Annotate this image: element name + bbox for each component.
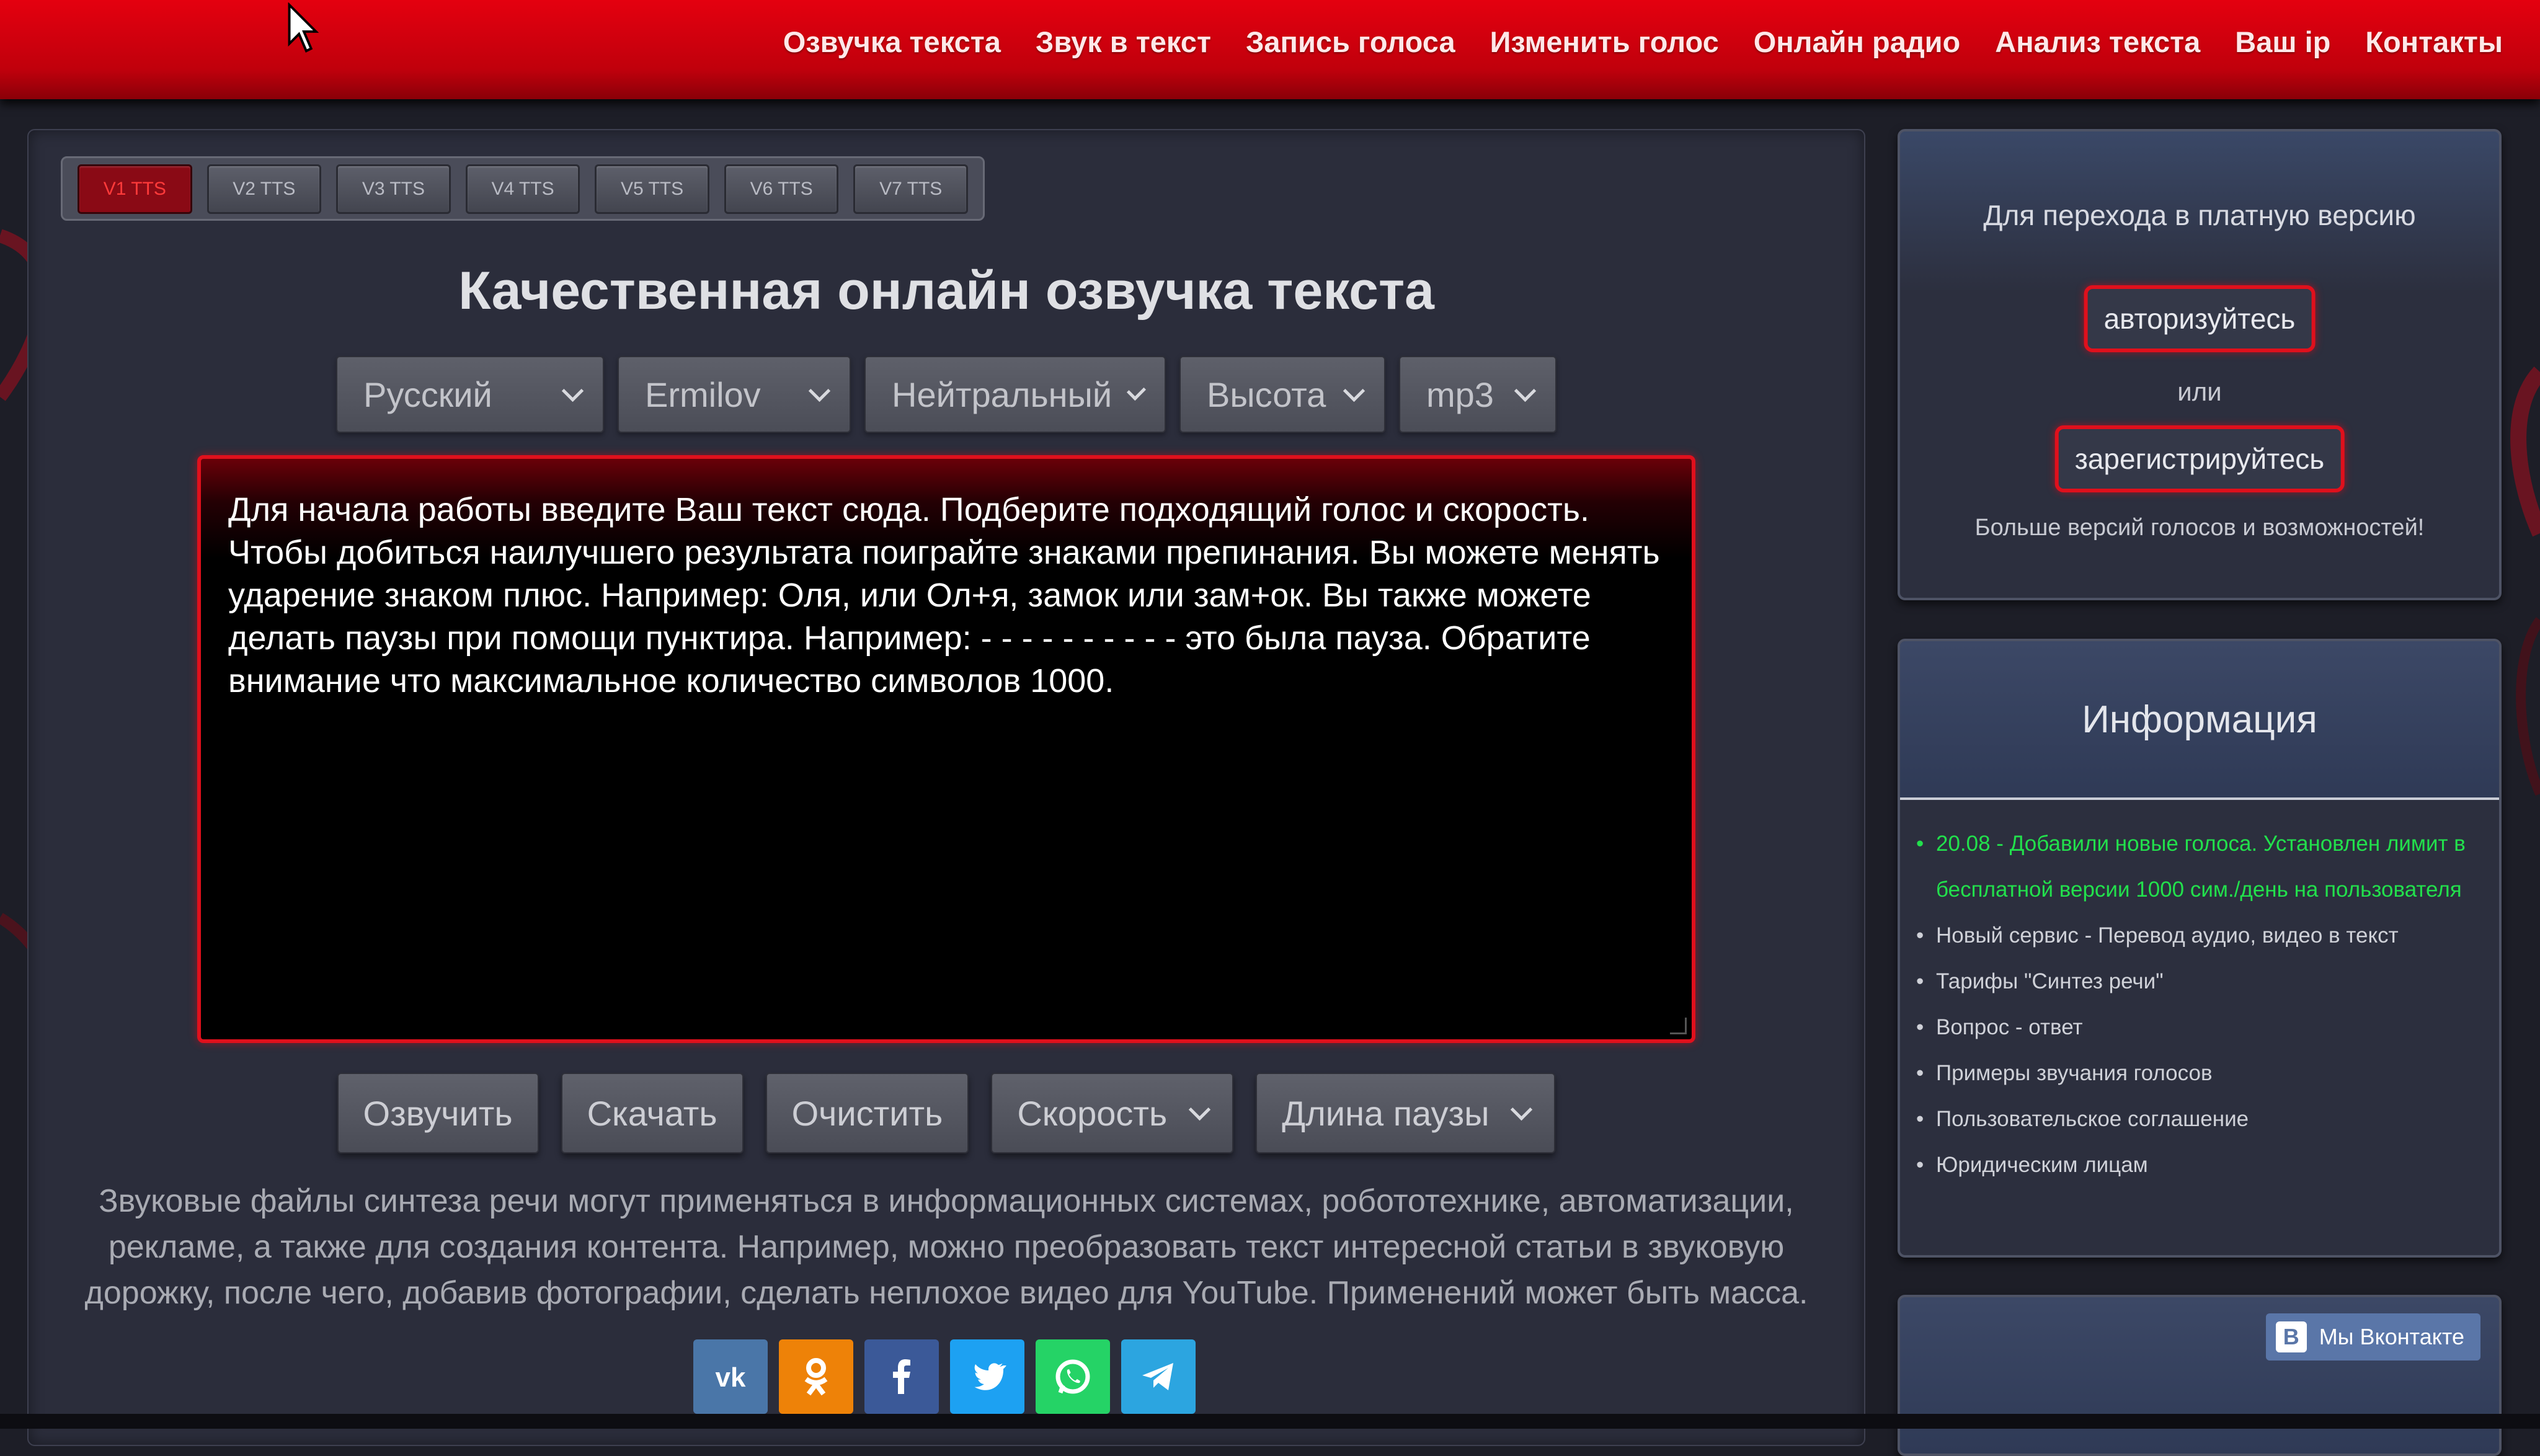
info-item-voice-samples[interactable]: Примеры звучания голосов <box>1916 1050 2487 1096</box>
paid-version-card: Для перехода в платную версию авторизуйт… <box>1898 129 2502 600</box>
vk-community-button[interactable]: B Мы Вконтакте <box>2265 1313 2480 1361</box>
top-navigation-bar: Озвучка текста Звук в текст Запись голос… <box>0 0 2540 99</box>
chevron-down-icon <box>561 380 584 402</box>
chevron-down-icon <box>1511 1098 1533 1121</box>
pause-length-select[interactable]: Длина паузы <box>1256 1073 1556 1153</box>
voice-select-value: Ermilov <box>645 375 761 414</box>
nav-item-change-voice[interactable]: Изменить голос <box>1490 25 1719 59</box>
speak-button[interactable]: Озвучить <box>337 1073 539 1153</box>
download-button[interactable]: Скачать <box>561 1073 744 1153</box>
tab-v1-tts[interactable]: V1 TTS <box>78 164 192 214</box>
pitch-select[interactable]: Высота <box>1179 356 1385 433</box>
twitter-icon[interactable] <box>950 1339 1024 1414</box>
vk-icon[interactable]: vk <box>693 1339 768 1414</box>
paid-version-text: Для перехода в платную версию <box>1983 199 2416 231</box>
format-select-value: mp3 <box>1426 375 1494 414</box>
nav-item-speech-to-text[interactable]: Звук в текст <box>1036 25 1211 59</box>
social-share-row: vk <box>693 1339 1196 1414</box>
voice-settings-row: Русский Ermilov Нейтральный Высота mp3 <box>29 356 1864 433</box>
vk-logo-icon: B <box>2275 1321 2307 1352</box>
register-button[interactable]: зарегистрируйтесь <box>2054 425 2345 492</box>
mouse-cursor-icon <box>288 2 319 53</box>
chevron-down-icon <box>1189 1098 1211 1121</box>
information-card: Информация 20.08 - Добавили новые голоса… <box>1898 639 2502 1258</box>
language-select[interactable]: Русский <box>336 356 604 433</box>
tab-v4-tts[interactable]: V4 TTS <box>465 164 580 214</box>
login-button[interactable]: авторизуйтесь <box>2084 285 2316 352</box>
actions-row: Озвучить Скачать Очистить Скорость Длина… <box>29 1073 1864 1153</box>
nav-item-tts[interactable]: Озвучка текста <box>783 25 1001 59</box>
text-input-value: Для начала работы введите Ваш текст сюда… <box>228 491 1660 699</box>
tab-v2-tts[interactable]: V2 TTS <box>206 164 322 214</box>
voice-select[interactable]: Ermilov <box>618 356 851 433</box>
tab-v7-tts[interactable]: V7 TTS <box>853 164 969 214</box>
chevron-down-icon <box>1127 381 1147 401</box>
info-item-translate-service[interactable]: Новый сервис - Перевод аудио, видео в те… <box>1916 913 2487 959</box>
tts-version-tabs: V1 TTS V2 TTS V3 TTS V4 TTS V5 TTS V6 TT… <box>61 156 985 221</box>
whatsapp-icon[interactable] <box>1036 1339 1110 1414</box>
nav-item-text-analysis[interactable]: Анализ текста <box>1995 25 2200 59</box>
pause-length-select-label: Длина паузы <box>1282 1093 1490 1133</box>
odnoklassniki-icon[interactable] <box>779 1339 853 1414</box>
vk-community-card: B Мы Вконтакте <box>1898 1295 2502 1456</box>
telegram-icon[interactable] <box>1121 1339 1196 1414</box>
format-select[interactable]: mp3 <box>1399 356 1556 433</box>
information-title: Информация <box>1900 641 2499 800</box>
tts-main-panel: V1 TTS V2 TTS V3 TTS V4 TTS V5 TTS V6 TT… <box>27 129 1865 1446</box>
vk-community-label: Мы Вконтакте <box>2319 1324 2464 1349</box>
description-text: Звуковые файлы синтеза речи могут примен… <box>84 1183 1808 1311</box>
info-item-legal-entities[interactable]: Юридическим лицам <box>1916 1142 2487 1188</box>
speed-select[interactable]: Скорость <box>991 1073 1234 1153</box>
nav-item-voice-recording[interactable]: Запись голоса <box>1246 25 1455 59</box>
nav-item-your-ip[interactable]: Ваш ip <box>2235 25 2330 59</box>
resize-handle-icon[interactable] <box>1670 1018 1687 1034</box>
tab-v3-tts[interactable]: V3 TTS <box>336 164 451 214</box>
tab-v5-tts[interactable]: V5 TTS <box>595 164 709 214</box>
chevron-down-icon <box>808 380 831 402</box>
or-text: или <box>2177 377 2222 406</box>
page-title: Качественная онлайн озвучка текста <box>458 261 1434 321</box>
pitch-select-value: Высота <box>1207 375 1326 414</box>
tab-v6-tts[interactable]: V6 TTS <box>724 164 839 214</box>
info-item-user-agreement[interactable]: Пользовательское соглашение <box>1916 1096 2487 1142</box>
more-features-text: Больше версий голосов и возможностей! <box>1974 515 2425 541</box>
nav-item-contacts[interactable]: Контакты <box>2365 25 2503 59</box>
emotion-select[interactable]: Нейтральный <box>864 356 1166 433</box>
chevron-down-icon <box>1343 380 1365 402</box>
main-menu: Озвучка текста Звук в текст Запись голос… <box>783 25 2503 59</box>
speed-select-label: Скорость <box>1017 1093 1168 1133</box>
text-input-area[interactable]: Для начала работы введите Ваш текст сюда… <box>197 455 1695 1043</box>
information-list: 20.08 - Добавили новые голоса. Установле… <box>1916 821 2487 1188</box>
clear-button[interactable]: Очистить <box>765 1073 969 1153</box>
info-item-tariffs[interactable]: Тарифы "Синтез речи" <box>1916 959 2487 1005</box>
language-select-value: Русский <box>363 375 492 414</box>
info-item-news[interactable]: 20.08 - Добавили новые голоса. Установле… <box>1916 821 2487 913</box>
horizontal-scrollbar[interactable] <box>0 1414 2540 1429</box>
nav-item-online-radio[interactable]: Онлайн радио <box>1754 25 1961 59</box>
info-item-faq[interactable]: Вопрос - ответ <box>1916 1005 2487 1050</box>
chevron-down-icon <box>1514 380 1537 402</box>
svg-text:vk: vk <box>716 1362 746 1393</box>
facebook-icon[interactable] <box>864 1339 939 1414</box>
emotion-select-value: Нейтральный <box>892 375 1112 414</box>
